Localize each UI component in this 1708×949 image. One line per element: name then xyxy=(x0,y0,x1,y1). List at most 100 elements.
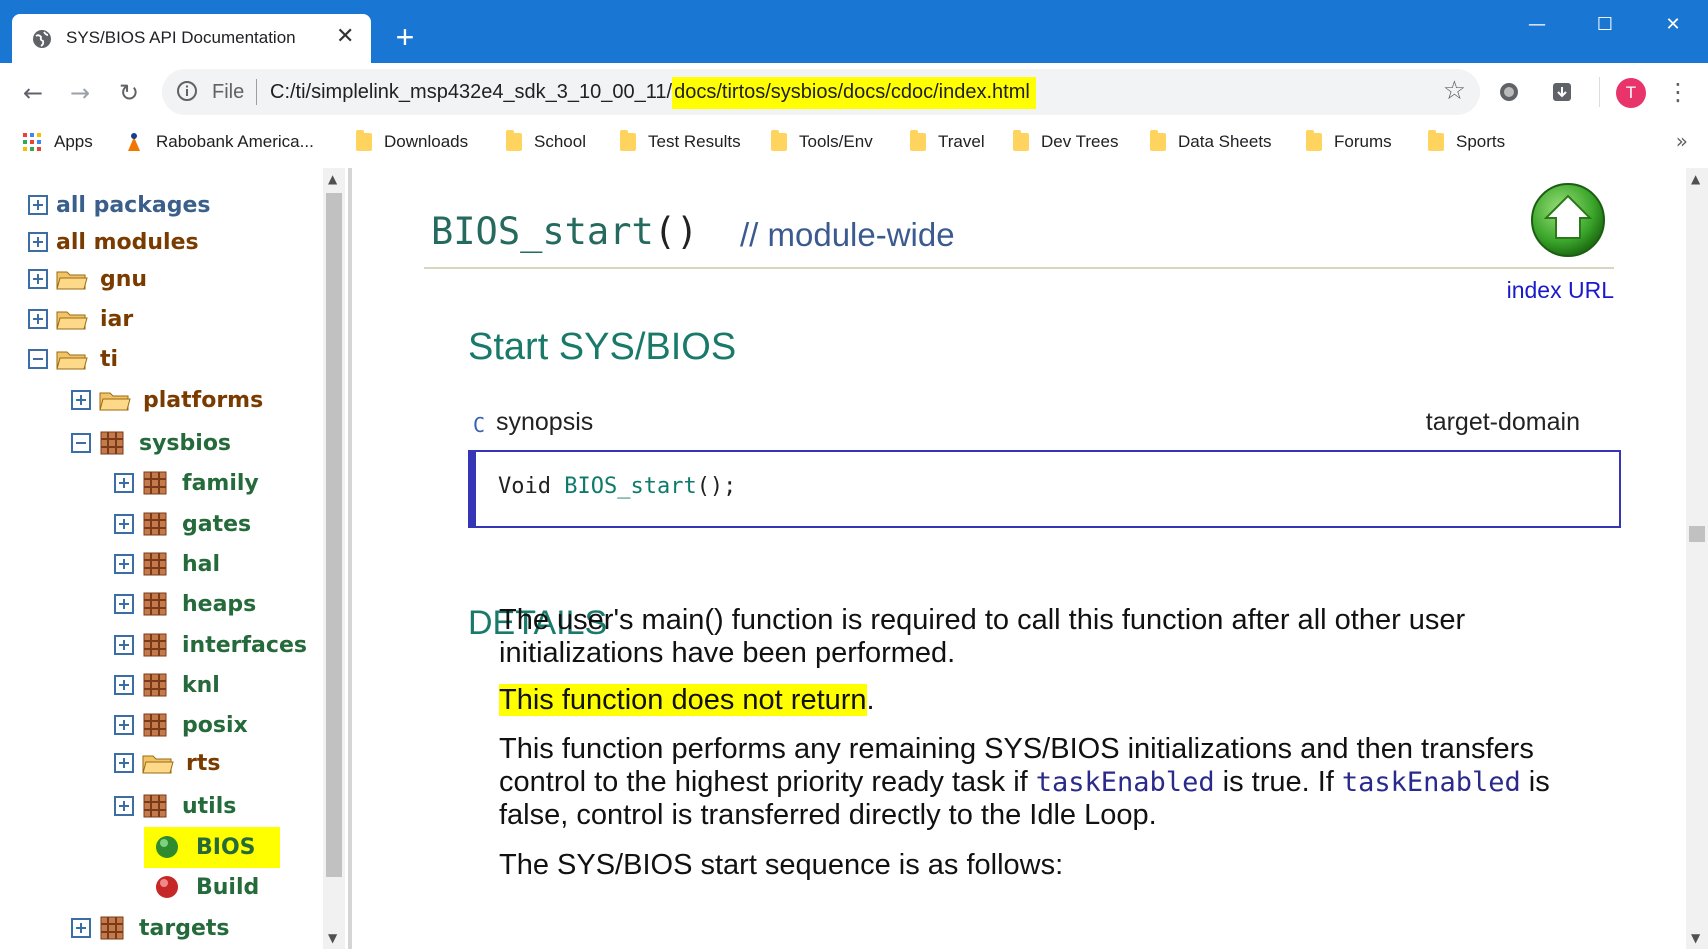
expand-icon[interactable] xyxy=(114,473,134,493)
tree-node-heaps[interactable]: heaps xyxy=(114,587,256,621)
task-enabled-link[interactable]: taskEnabled xyxy=(1036,767,1215,798)
bookmark-school[interactable]: School xyxy=(506,129,586,155)
tree-label[interactable]: ti xyxy=(100,347,118,372)
close-window-button[interactable]: ✕ xyxy=(1650,10,1696,40)
tree-node-all-modules[interactable]: all modules xyxy=(28,225,199,259)
index-url-link[interactable]: index URL xyxy=(1507,277,1614,304)
content-scrollbar-thumb[interactable] xyxy=(1689,526,1705,542)
expand-icon[interactable] xyxy=(71,390,91,410)
bookmark-downloads[interactable]: Downloads xyxy=(356,129,468,155)
tree-node-gates[interactable]: gates xyxy=(114,507,251,541)
tree-label[interactable]: rts xyxy=(186,751,220,776)
browser-menu-icon[interactable]: ⋮ xyxy=(1666,75,1690,109)
bookmark-rabobank[interactable]: Rabobank America... xyxy=(124,129,314,155)
tree-node-build[interactable]: Build xyxy=(154,870,259,904)
url-text[interactable]: C:/ti/simplelink_msp432e4_sdk_3_10_00_11… xyxy=(270,77,1036,109)
bookmark-travel[interactable]: Travel xyxy=(910,129,985,155)
folder-icon xyxy=(1150,130,1166,151)
expand-icon[interactable] xyxy=(114,753,134,773)
tree-label[interactable]: knl xyxy=(182,673,220,698)
tree-label[interactable]: hal xyxy=(182,552,220,577)
tree-node-family[interactable]: family xyxy=(114,466,259,500)
tree-label[interactable]: sysbios xyxy=(139,431,231,456)
expand-icon[interactable] xyxy=(28,195,48,215)
bookmark-dev-trees[interactable]: Dev Trees xyxy=(1013,129,1118,155)
tree-label[interactable]: iar xyxy=(100,307,133,332)
collapse-icon[interactable] xyxy=(28,349,48,369)
extension-circle-icon[interactable] xyxy=(1494,77,1524,107)
bookmark-forums[interactable]: Forums xyxy=(1306,129,1392,155)
reload-button[interactable]: ↻ xyxy=(113,77,145,109)
expand-icon[interactable] xyxy=(114,635,134,655)
maximize-button[interactable]: ☐ xyxy=(1582,10,1628,40)
browser-tab[interactable]: SYS/BIOS API Documentation ✕ xyxy=(12,14,371,63)
tree-node-knl[interactable]: knl xyxy=(114,668,220,702)
expand-icon[interactable] xyxy=(114,715,134,735)
new-tab-button[interactable]: + xyxy=(390,21,420,53)
tree-label[interactable]: platforms xyxy=(143,388,263,413)
tree-node-utils[interactable]: utils xyxy=(114,789,236,823)
profile-avatar[interactable]: T xyxy=(1616,78,1646,108)
tree-node-hal[interactable]: hal xyxy=(114,547,220,581)
address-bar[interactable]: File C:/ti/simplelink_msp432e4_sdk_3_10_… xyxy=(162,69,1480,115)
expand-icon[interactable] xyxy=(114,594,134,614)
tree-node-ti[interactable]: ti xyxy=(28,342,118,376)
forward-button[interactable]: → xyxy=(64,77,96,109)
expand-icon[interactable] xyxy=(28,232,48,252)
tree-label[interactable]: utils xyxy=(182,794,236,819)
tree-label[interactable]: all modules xyxy=(56,230,199,255)
tree-node-iar[interactable]: iar xyxy=(28,302,133,336)
expand-icon[interactable] xyxy=(114,554,134,574)
tree-node-posix[interactable]: posix xyxy=(114,708,248,742)
bookmark-test-results[interactable]: Test Results xyxy=(620,129,741,155)
bookmarks-overflow-button[interactable]: » xyxy=(1676,129,1688,153)
tree-label[interactable]: family xyxy=(182,471,259,496)
scroll-up-arrow-icon[interactable]: ▲ xyxy=(328,172,337,186)
tree-label[interactable]: all packages xyxy=(56,193,210,218)
home-up-arrow-icon[interactable] xyxy=(1528,180,1608,260)
bookmark-data-sheets[interactable]: Data Sheets xyxy=(1150,129,1272,155)
tree-label[interactable]: Build xyxy=(196,875,259,900)
extension-download-icon[interactable] xyxy=(1547,77,1577,107)
expand-icon[interactable] xyxy=(114,514,134,534)
browser-title-bar: SYS/BIOS API Documentation ✕ + — ☐ ✕ xyxy=(0,0,1708,63)
scroll-down-arrow-icon[interactable]: ▼ xyxy=(1691,931,1700,945)
scroll-down-arrow-icon[interactable]: ▼ xyxy=(328,931,337,945)
minimize-button[interactable]: — xyxy=(1514,10,1560,40)
collapse-icon[interactable] xyxy=(71,433,91,453)
bookmark-star-icon[interactable]: ☆ xyxy=(1443,77,1466,105)
task-enabled-link[interactable]: taskEnabled xyxy=(1342,767,1521,798)
scroll-up-arrow-icon[interactable]: ▲ xyxy=(1691,172,1700,186)
summary-heading: Start SYS/BIOS xyxy=(468,326,737,368)
tree-node-sysbios[interactable]: sysbios xyxy=(71,426,231,460)
tree-label[interactable]: BIOS xyxy=(196,835,256,860)
bookmark-tools-env[interactable]: Tools/Env xyxy=(771,129,873,155)
tree-node-interfaces[interactable]: interfaces xyxy=(114,628,307,662)
tree-label[interactable]: posix xyxy=(182,713,248,738)
expand-icon[interactable] xyxy=(114,796,134,816)
tree-node-rts[interactable]: rts xyxy=(114,746,220,780)
back-button[interactable]: ← xyxy=(17,77,49,109)
tree-label[interactable]: gnu xyxy=(100,267,147,292)
content-scrollbar[interactable] xyxy=(1686,168,1708,949)
expand-icon[interactable] xyxy=(28,309,48,329)
tree-node-platforms[interactable]: platforms xyxy=(71,383,263,417)
tree-label[interactable]: interfaces xyxy=(182,633,307,658)
expand-icon[interactable] xyxy=(28,269,48,289)
tree-label[interactable]: targets xyxy=(139,916,230,941)
tree-label[interactable]: gates xyxy=(182,512,251,537)
tree-node-gnu[interactable]: gnu xyxy=(28,262,147,296)
tree-label[interactable]: heaps xyxy=(182,592,256,617)
info-icon[interactable] xyxy=(176,80,198,102)
tree-node-targets[interactable]: targets xyxy=(71,911,230,945)
expand-icon[interactable] xyxy=(114,675,134,695)
expand-icon[interactable] xyxy=(71,918,91,938)
bookmark-sports[interactable]: Sports xyxy=(1428,129,1505,155)
synopsis-language: C xyxy=(473,413,486,437)
tree-node-all-packages[interactable]: all packages xyxy=(28,188,210,222)
bookmark-apps[interactable]: Apps xyxy=(22,129,93,155)
tab-close-icon[interactable]: ✕ xyxy=(336,24,354,49)
url-prefix: C:/ti/simplelink_msp432e4_sdk_3_10_00_11… xyxy=(270,81,673,103)
tree-scrollbar-thumb[interactable] xyxy=(326,193,342,877)
tree-node-bios[interactable]: BIOS xyxy=(154,830,256,864)
